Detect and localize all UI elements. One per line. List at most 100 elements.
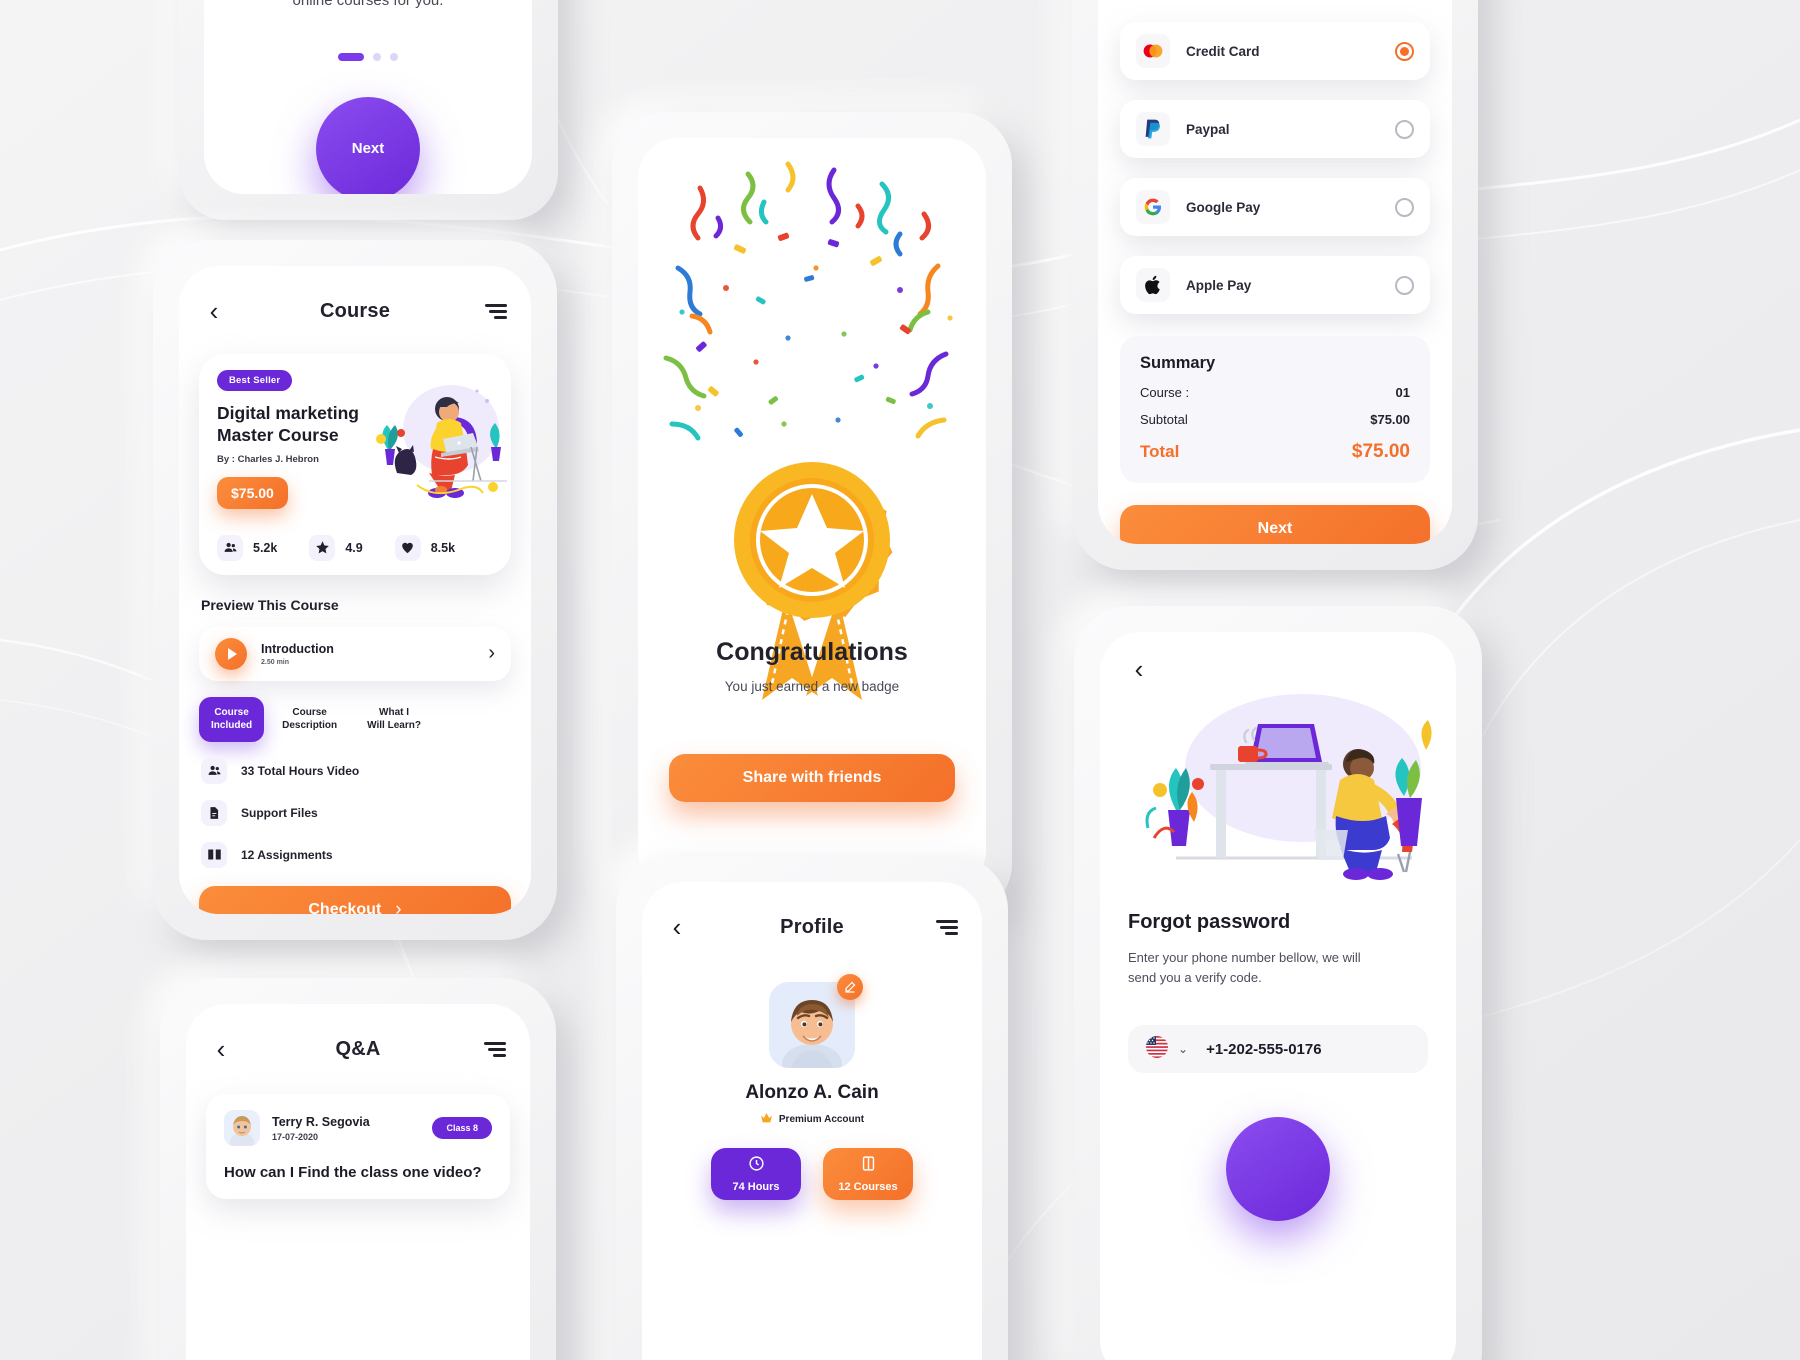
course-stats: 5.2k 4.9 8.5k <box>217 534 493 561</box>
us-flag-icon[interactable] <box>1146 1035 1168 1063</box>
lesson-duration: 2.50 min <box>261 658 290 666</box>
radio-google-pay[interactable] <box>1395 197 1414 217</box>
congrats-screen: Congratulations You just earned a new ba… <box>638 138 986 891</box>
payment-method-row[interactable]: Google Pay <box>1120 178 1430 236</box>
chevron-down-icon[interactable]: ⌄ <box>1178 1042 1188 1056</box>
included-label: Support Files <box>241 805 318 820</box>
forgot-password-title: Forgot password <box>1128 911 1291 933</box>
checkout-button[interactable]: Checkout › <box>199 885 511 914</box>
included-label: 33 Total Hours Video <box>241 763 360 778</box>
payment-phone-frame: Credit Card Paypal Google Pay Apple Pay … <box>1072 0 1478 570</box>
profile-topbar: ‹ Profile <box>642 898 982 956</box>
payment-screen: Credit Card Paypal Google Pay Apple Pay … <box>1098 0 1452 544</box>
class-badge: Class 8 <box>432 1117 492 1139</box>
stat-rating: 4.9 <box>309 534 363 561</box>
profile-name: Alonzo A. Cain <box>745 1082 879 1103</box>
payment-method-label: Google Pay <box>1186 199 1261 215</box>
filter-icon[interactable] <box>484 1041 506 1057</box>
tab-what-i-will-learn[interactable]: What I Will Learn? <box>355 697 433 742</box>
heart-icon <box>394 534 421 561</box>
payment-method-row[interactable]: Paypal <box>1120 100 1430 158</box>
summary-key: Subtotal <box>1140 412 1188 427</box>
chip-label: 74 Hours <box>732 1181 780 1193</box>
forgot-password-illustration <box>1145 694 1432 880</box>
pagination-dot-3[interactable] <box>390 52 398 61</box>
congrats-title: Congratulations <box>716 638 908 666</box>
back-button[interactable]: ‹ <box>666 914 688 940</box>
back-button[interactable]: ‹ <box>1128 656 1150 682</box>
summary-row-course: Course : 01 <box>1140 385 1410 400</box>
radio-credit-card[interactable] <box>1395 41 1414 61</box>
page-title: Q&A <box>335 1037 381 1060</box>
avatar[interactable] <box>769 974 863 1084</box>
stat-value: 8.5k <box>430 540 456 555</box>
radio-apple-pay[interactable] <box>1395 275 1414 295</box>
qa-phone-frame: ‹ Q&A Terry R. Segovia 17-07-2020 Class … <box>160 978 556 1360</box>
included-label: 12 Assignments <box>241 847 333 862</box>
tab-course-included[interactable]: Course Included <box>199 696 265 742</box>
chevron-right-icon[interactable]: › <box>488 642 495 665</box>
filter-icon[interactable] <box>485 303 507 319</box>
forgot-password-submit-button[interactable] <box>1226 1117 1330 1221</box>
best-seller-badge: Best Seller <box>217 370 293 391</box>
profile-screen: ‹ Profile Alonzo A. Cain Premium Account… <box>642 882 982 1360</box>
payment-method-row[interactable]: Credit Card <box>1120 22 1430 80</box>
course-hero-card[interactable]: Best Seller Digital marketing Master Cou… <box>199 354 511 575</box>
filter-icon[interactable] <box>936 919 958 935</box>
back-button[interactable]: ‹ <box>203 298 225 324</box>
qa-post-header: Terry R. Segovia 17-07-2020 Class 8 <box>224 1110 492 1146</box>
mastercard-icon <box>1136 34 1170 68</box>
qa-post-card[interactable]: Terry R. Segovia 17-07-2020 Class 8 How … <box>206 1094 510 1199</box>
pencil-icon[interactable] <box>837 974 863 1000</box>
course-phone-frame: ‹ Course Best Seller Digital marketing M… <box>153 240 557 940</box>
onboarding-screen: online courses for you. Next <box>204 0 532 194</box>
back-button[interactable]: ‹ <box>210 1036 232 1062</box>
qa-topbar: ‹ Q&A <box>186 1020 530 1078</box>
share-with-friends-button[interactable]: Share with friends <box>669 754 955 802</box>
phone-input-field[interactable]: ⌄ +1-202-555-0176 <box>1128 1025 1428 1073</box>
summary-value: 01 <box>1395 385 1410 400</box>
book-icon <box>201 841 227 868</box>
summary-value: $75.00 <box>1370 412 1410 427</box>
onboarding-phone-frame: online courses for you. Next <box>178 0 558 220</box>
summary-key: Course : <box>1140 385 1190 400</box>
chip-hours[interactable]: 74 Hours <box>711 1148 801 1200</box>
apple-icon <box>1136 268 1170 302</box>
onboarding-pagination-dots[interactable] <box>234 52 502 61</box>
total-value: $75.00 <box>1351 441 1410 462</box>
preview-heading: Preview This Course <box>201 596 339 613</box>
checkout-label: Checkout <box>308 900 382 914</box>
people-icon <box>201 757 227 784</box>
forgot-password-description: Enter your phone number bellow, we will … <box>1128 950 1361 985</box>
payment-method-label: Paypal <box>1186 121 1230 137</box>
order-summary: Summary Course : 01 Subtotal $75.00 Tota… <box>1120 336 1430 483</box>
summary-row-subtotal: Subtotal $75.00 <box>1140 412 1410 427</box>
star-icon <box>309 534 336 561</box>
onboarding-next-button[interactable]: Next <box>316 96 420 194</box>
book-icon <box>860 1155 877 1177</box>
pagination-dot-2[interactable] <box>373 52 381 61</box>
total-label: Total <box>1140 442 1180 461</box>
payment-method-label: Credit Card <box>1186 43 1260 59</box>
chip-courses[interactable]: 12 Courses <box>823 1148 913 1200</box>
play-icon[interactable] <box>215 637 247 670</box>
stat-value: 4.9 <box>345 540 363 555</box>
payment-method-row[interactable]: Apple Pay <box>1120 256 1430 314</box>
preview-lesson-item[interactable]: Introduction 2.50 min › <box>199 626 511 681</box>
tab-course-description[interactable]: Course Description <box>270 697 349 742</box>
phone-number-value[interactable]: +1-202-555-0176 <box>1206 1041 1322 1058</box>
included-item: 12 Assignments <box>201 841 531 868</box>
summary-row-total: Total $75.00 <box>1140 441 1410 463</box>
page-title: Profile <box>780 915 844 938</box>
stat-likes: 8.5k <box>394 534 456 561</box>
pagination-dot-1[interactable] <box>338 52 364 61</box>
stat-students: 5.2k <box>217 534 277 561</box>
people-icon <box>217 534 243 561</box>
qa-question: How can I Find the class one video? <box>224 1164 482 1181</box>
account-type: Premium Account <box>778 1113 865 1125</box>
paypal-icon <box>1136 112 1170 146</box>
payment-method-label: Apple Pay <box>1186 277 1252 293</box>
payment-next-button[interactable]: Next <box>1120 505 1430 544</box>
congrats-subtitle: You just earned a new badge <box>724 679 900 694</box>
radio-paypal[interactable] <box>1395 119 1414 139</box>
